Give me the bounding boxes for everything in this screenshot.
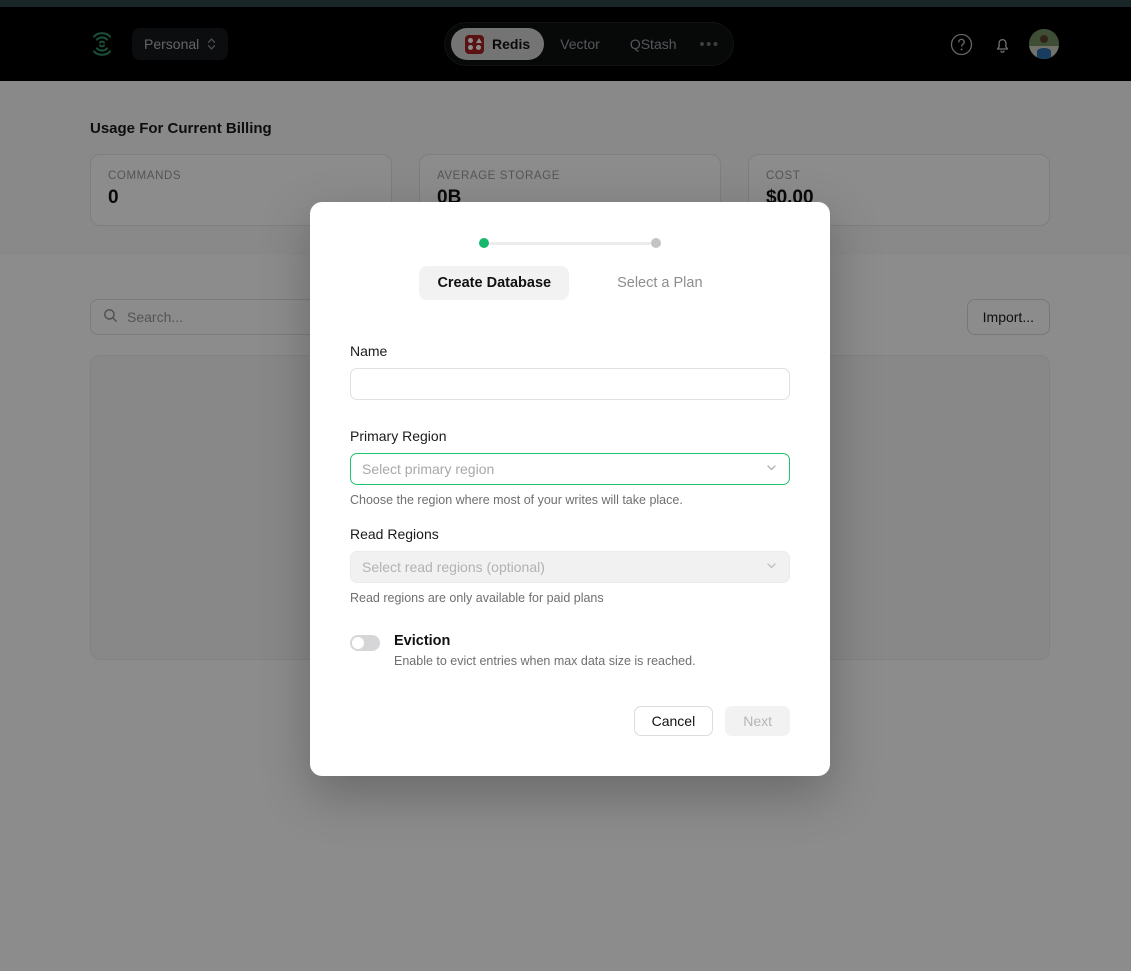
app-root: Personal Redis Vector QStash ••• Usage F… — [0, 0, 1131, 971]
read-regions-value: Select read regions (optional) — [362, 559, 545, 575]
step-dot-select-a-plan — [651, 238, 661, 248]
name-field-label: Name — [350, 343, 388, 359]
name-input[interactable] — [350, 368, 790, 400]
eviction-toggle[interactable] — [350, 635, 380, 651]
eviction-setting: Eviction Enable to evict entries when ma… — [350, 633, 790, 668]
create-database-modal: Create Database Select a Plan Name Prima… — [310, 202, 830, 776]
step-dot-create-database — [479, 238, 489, 248]
step-tab-create-database-label: Create Database — [437, 275, 552, 291]
modal-actions: Cancel Next — [633, 706, 790, 736]
next-button[interactable]: Next — [725, 706, 790, 736]
primary-region-label: Primary Region — [350, 428, 447, 444]
eviction-title: Eviction — [394, 633, 451, 649]
step-tab-create-database[interactable]: Create Database — [419, 266, 570, 300]
chevron-down-icon — [765, 559, 778, 575]
stepper-labels: Create Database Select a Plan — [419, 266, 720, 300]
read-regions-label: Read Regions — [350, 526, 439, 542]
chevron-down-icon — [765, 461, 778, 477]
next-button-label: Next — [743, 713, 772, 729]
eviction-toggle-knob — [352, 637, 364, 649]
stepper-track — [479, 238, 661, 248]
cancel-button-label: Cancel — [651, 713, 696, 729]
primary-region-select[interactable]: Select primary region — [350, 453, 790, 485]
stepper-line — [489, 241, 651, 245]
read-regions-hint: Read regions are only available for paid… — [350, 591, 604, 605]
eviction-text-block: Eviction Enable to evict entries when ma… — [394, 633, 696, 668]
primary-region-hint: Choose the region where most of your wri… — [350, 493, 683, 507]
modal-stepper: Create Database Select a Plan — [310, 238, 830, 300]
cancel-button[interactable]: Cancel — [633, 706, 714, 736]
primary-region-value: Select primary region — [362, 461, 495, 477]
create-database-form: Name Primary Region Select primary regio… — [350, 343, 790, 668]
eviction-description: Enable to evict entries when max data si… — [394, 654, 696, 668]
step-tab-select-a-plan[interactable]: Select a Plan — [599, 266, 720, 300]
read-regions-select[interactable]: Select read regions (optional) — [350, 551, 790, 583]
step-tab-select-a-plan-label: Select a Plan — [617, 275, 703, 291]
